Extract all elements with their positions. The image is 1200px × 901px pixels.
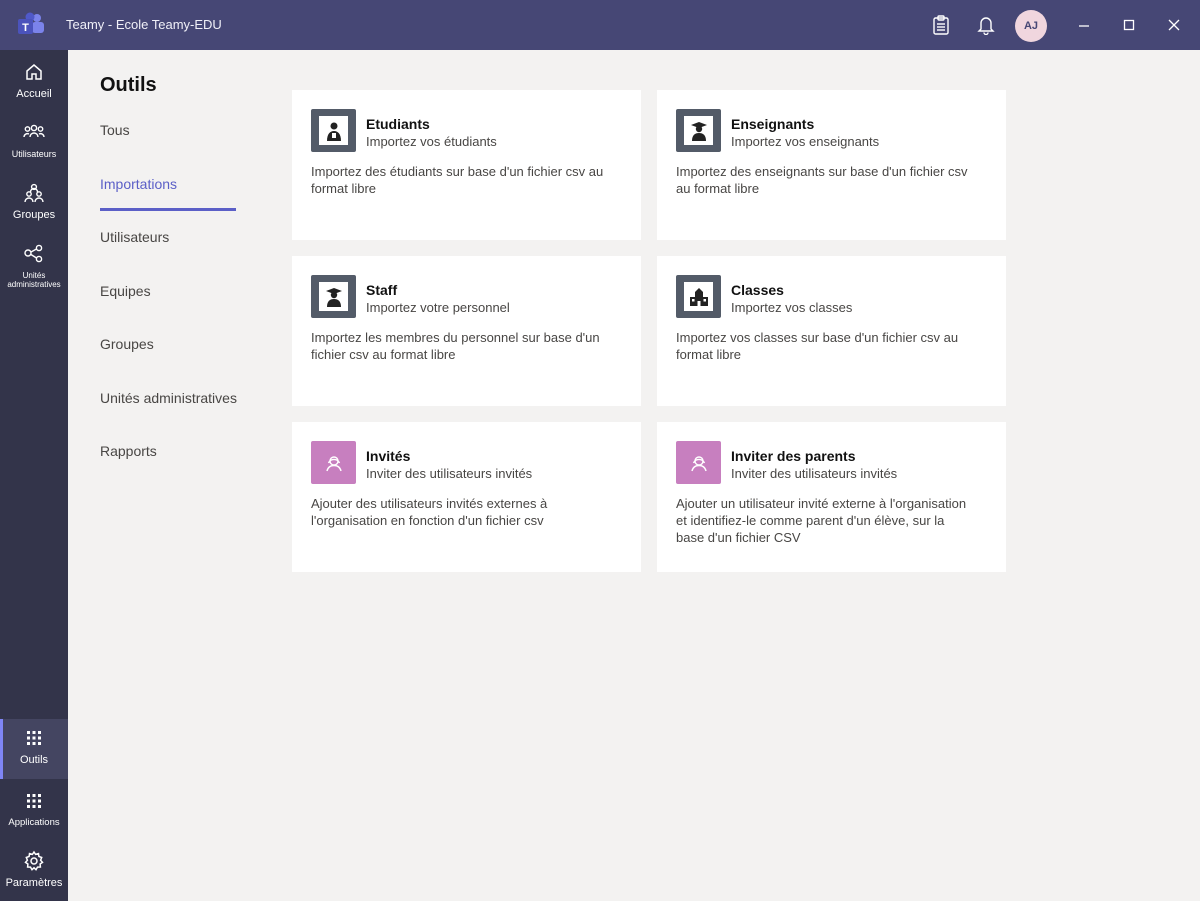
card-title: Enseignants (731, 116, 815, 132)
card-description: Importez vos classes sur base d'un fichi… (676, 330, 959, 362)
rail-label: Paramètres (5, 877, 63, 889)
clipboard-icon[interactable] (929, 13, 953, 37)
rail-label: Unités administratives (7, 271, 61, 289)
card-subtitle: Inviter des utilisateurs invités (366, 466, 533, 481)
card-subtitle: Importez vos enseignants (731, 134, 880, 149)
card-title: Staff (366, 282, 398, 298)
groups-icon (23, 182, 45, 204)
card-title: Classes (731, 282, 784, 298)
active-tab-indicator (100, 208, 236, 211)
parent-guest-icon (676, 441, 721, 484)
close-icon[interactable] (1162, 13, 1186, 37)
card-description: Importez des enseignants sur base d'un f… (676, 164, 968, 196)
card-description: Ajouter des utilisateurs invités externe… (311, 496, 548, 528)
rail-item-accueil[interactable]: Accueil (0, 53, 68, 111)
tool-card-inviter-des-parents[interactable]: Inviter des parents Inviter des utilisat… (657, 422, 1006, 572)
rail-label: Groupes (12, 209, 56, 221)
nav-item-equipes[interactable]: Equipes (100, 283, 151, 299)
teacher-icon (676, 109, 721, 152)
staff-icon (311, 275, 356, 318)
nav-item-groupes[interactable]: Groupes (100, 336, 154, 352)
card-title: Inviter des parents (731, 448, 856, 464)
nav-item-unites-administratives[interactable]: Unités administratives (100, 390, 237, 406)
bell-icon[interactable] (974, 13, 998, 37)
nav-item-rapports[interactable]: Rapports (100, 443, 157, 459)
student-icon (311, 109, 356, 152)
maximize-icon[interactable] (1117, 13, 1141, 37)
app-rail: Accueil Utilisateurs Groupes Unités admi… (0, 50, 68, 901)
rail-label: Accueil (16, 88, 52, 100)
minimize-icon[interactable] (1072, 13, 1096, 37)
title-bar: T Teamy - Ecole Teamy-EDU AJ (0, 0, 1200, 50)
card-description: Ajouter un utilisateur invité externe à … (676, 496, 967, 545)
gear-icon (23, 850, 45, 872)
window-title: Teamy - Ecole Teamy-EDU (66, 17, 222, 32)
nav-item-importations[interactable]: Importations (100, 176, 177, 192)
users-icon (23, 121, 45, 143)
card-subtitle: Importez vos classes (731, 300, 853, 315)
nav-item-tous[interactable]: Tous (100, 122, 130, 138)
card-description: Importez des étudiants sur base d'un fic… (311, 164, 604, 196)
rail-item-outils[interactable]: Outils (0, 719, 68, 779)
home-icon (23, 61, 45, 83)
card-subtitle: Importez votre personnel (366, 300, 510, 315)
tool-card-etudiants[interactable]: Etudiants Importez vos étudiants Importe… (292, 90, 641, 240)
rail-item-parametres[interactable]: Paramètres (0, 842, 68, 900)
teams-logo-icon: T (16, 12, 46, 38)
tool-card-invites[interactable]: Invités Inviter des utilisateurs invités… (292, 422, 641, 572)
rail-item-groupes[interactable]: Groupes (0, 174, 68, 232)
page-title: Outils (100, 74, 157, 96)
card-subtitle: Inviter des utilisateurs invités (731, 466, 898, 481)
tool-card-enseignants[interactable]: Enseignants Importez vos enseignants Imp… (657, 90, 1006, 240)
avatar[interactable]: AJ (1015, 10, 1047, 42)
guest-icon (311, 441, 356, 484)
tool-card-classes[interactable]: Classes Importez vos classes Importez vo… (657, 256, 1006, 406)
apps-icon (23, 790, 45, 812)
card-description: Importez les membres du personnel sur ba… (311, 330, 600, 362)
card-title: Invités (366, 448, 411, 464)
card-title: Etudiants (366, 116, 430, 132)
rail-item-unites-administratives[interactable]: Unités administratives (0, 235, 68, 295)
rail-label: Utilisateurs (11, 149, 57, 159)
rail-label: Applications (8, 817, 60, 828)
rail-item-applications[interactable]: Applications (0, 782, 68, 840)
school-icon (676, 275, 721, 318)
svg-text:T: T (22, 22, 29, 34)
card-subtitle: Importez vos étudiants (366, 134, 497, 149)
rail-label: Outils (19, 754, 49, 766)
tool-card-staff[interactable]: Staff Importez votre personnel Importez … (292, 256, 641, 406)
rail-item-utilisateurs[interactable]: Utilisateurs (0, 113, 68, 171)
org-units-icon (23, 243, 45, 265)
grid-icon (23, 727, 45, 749)
nav-item-utilisateurs[interactable]: Utilisateurs (100, 229, 169, 245)
